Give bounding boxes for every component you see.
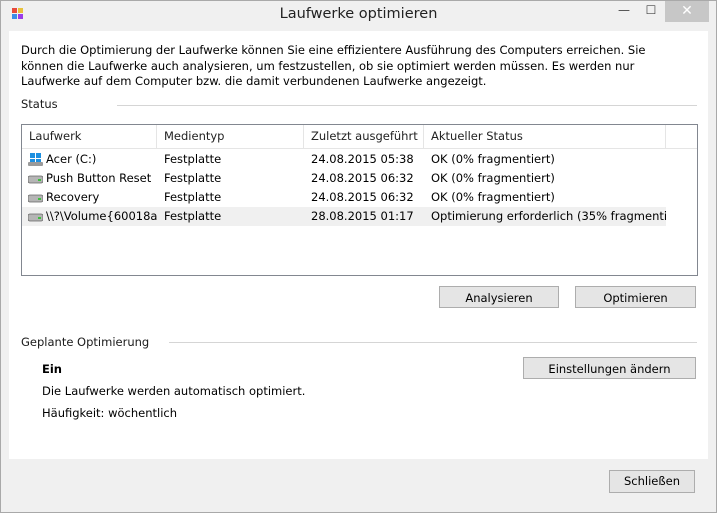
status-divider — [117, 105, 697, 106]
close-button[interactable]: Schließen — [609, 470, 695, 493]
drive-name: Acer (C:) — [46, 152, 97, 166]
last-run: 24.08.2015 06:32 — [311, 190, 414, 204]
drive-icon — [28, 194, 43, 203]
current-status: Optimierung erforderlich (35% fragmenti.… — [431, 209, 666, 223]
current-status: OK (0% fragmentiert) — [431, 152, 555, 166]
optimize-drives-window: Laufwerke optimieren — ☐ ✕ Durch die Opt… — [0, 0, 717, 513]
drive-icon — [28, 175, 43, 184]
scheduled-divider — [169, 342, 697, 343]
drive-list-header: Laufwerk Medientyp Zuletzt ausgeführt Ak… — [22, 125, 697, 149]
title-bar[interactable]: Laufwerke optimieren — ☐ ✕ — [1, 1, 716, 31]
media-type: Festplatte — [164, 171, 222, 185]
drive-row-selected[interactable]: \\?\Volume{60018a... Festplatte 28.08.20… — [22, 207, 666, 226]
media-type: Festplatte — [164, 152, 222, 166]
schedule-description: Die Laufwerke werden automatisch optimie… — [42, 384, 306, 398]
drive-icon — [28, 213, 43, 222]
maximize-button[interactable]: ☐ — [638, 1, 664, 22]
last-run: 24.08.2015 06:32 — [311, 171, 414, 185]
column-header-last-run[interactable]: Zuletzt ausgeführt — [304, 125, 424, 148]
current-status: OK (0% fragmentiert) — [431, 190, 555, 204]
intro-text: Durch die Optimierung der Laufwerke könn… — [21, 43, 646, 88]
column-header-drive[interactable]: Laufwerk — [22, 125, 157, 148]
drive-name: Push Button Reset — [46, 171, 152, 185]
drive-name: Recovery — [46, 190, 100, 204]
scheduled-group-label: Geplante Optimierung — [21, 335, 150, 349]
media-type: Festplatte — [164, 190, 222, 204]
drive-row[interactable]: Push Button Reset Festplatte 24.08.2015 … — [22, 169, 666, 188]
drive-row[interactable]: Recovery Festplatte 24.08.2015 06:32 OK … — [22, 188, 666, 207]
drive-row[interactable]: Acer (C:) Festplatte 24.08.2015 05:38 OK… — [22, 150, 666, 169]
windows-drive-icon — [28, 153, 43, 166]
dialog-content: Durch die Optimierung der Laufwerke könn… — [9, 31, 708, 459]
minimize-button[interactable]: — — [611, 1, 637, 22]
media-type: Festplatte — [164, 209, 222, 223]
drive-name: \\?\Volume{60018a... — [46, 209, 158, 223]
last-run: 28.08.2015 01:17 — [311, 209, 414, 223]
drive-list[interactable]: Laufwerk Medientyp Zuletzt ausgeführt Ak… — [21, 124, 698, 276]
close-window-button[interactable]: ✕ — [665, 1, 709, 22]
status-group-label: Status — [21, 97, 58, 111]
schedule-frequency: Häufigkeit: wöchentlich — [42, 406, 178, 420]
change-settings-button[interactable]: Einstellungen ändern — [523, 357, 696, 379]
last-run: 24.08.2015 05:38 — [311, 152, 414, 166]
column-header-media-type[interactable]: Medientyp — [157, 125, 304, 148]
schedule-state: Ein — [42, 362, 62, 376]
current-status: OK (0% fragmentiert) — [431, 171, 555, 185]
window-title: Laufwerke optimieren — [279, 6, 438, 22]
analyze-button[interactable]: Analysieren — [439, 286, 559, 308]
column-header-current-status[interactable]: Aktueller Status — [424, 125, 666, 148]
optimize-button[interactable]: Optimieren — [575, 286, 696, 308]
